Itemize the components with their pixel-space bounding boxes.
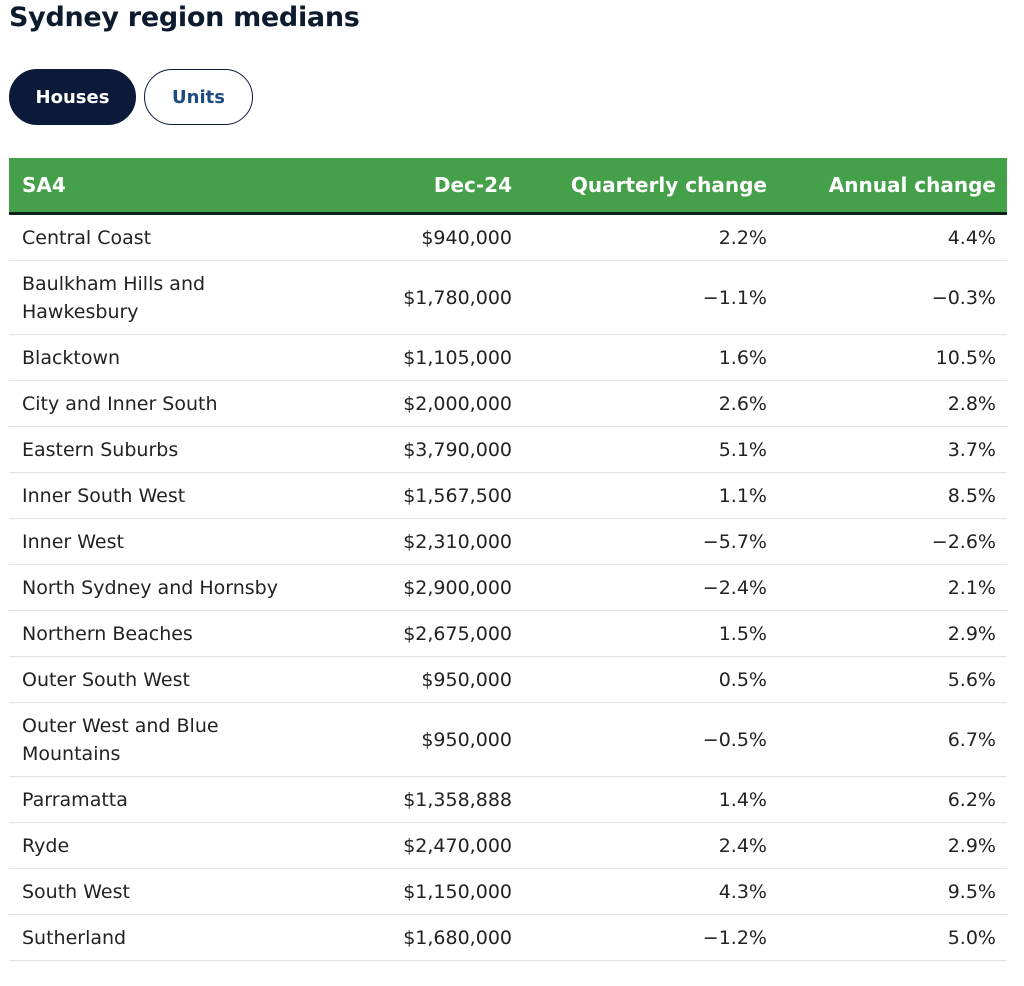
table-row: Sutherland $1,680,000 −1.2% 5.0% <box>9 914 1007 961</box>
cell-quarterly-change: 1.1% <box>519 472 774 519</box>
cell-median: $1,567,500 <box>279 472 519 519</box>
cell-annual-change: 2.1% <box>774 564 1007 611</box>
table-row: Eastern Suburbs $3,790,000 5.1% 3.7% <box>9 426 1007 473</box>
cell-annual-change: 8.5% <box>774 472 1007 519</box>
cell-median: $1,105,000 <box>279 334 519 381</box>
cell-annual-change: 2.8% <box>774 380 1007 427</box>
cell-quarterly-change: −5.7% <box>519 518 774 565</box>
cell-region: Eastern Suburbs <box>9 426 279 473</box>
cell-annual-change: −2.6% <box>774 518 1007 565</box>
cell-annual-change: 6.2% <box>774 776 1007 823</box>
cell-median: $2,900,000 <box>279 564 519 611</box>
cell-median: $3,790,000 <box>279 426 519 473</box>
cell-annual-change: 5.6% <box>774 656 1007 703</box>
cell-quarterly-change: −0.5% <box>519 702 774 777</box>
cell-median: $950,000 <box>279 702 519 777</box>
cell-region: Central Coast <box>9 213 279 261</box>
cell-quarterly-change: −1.1% <box>519 260 774 335</box>
cell-annual-change: 9.5% <box>774 868 1007 915</box>
header-dec-24: Dec-24 <box>279 158 519 215</box>
units-button[interactable]: Units <box>144 69 253 125</box>
cell-quarterly-change: 0.5% <box>519 656 774 703</box>
cell-median: $940,000 <box>279 213 519 261</box>
cell-median: $950,000 <box>279 656 519 703</box>
cell-annual-change: 2.9% <box>774 822 1007 869</box>
cell-quarterly-change: 1.6% <box>519 334 774 381</box>
table-row: Ryde $2,470,000 2.4% 2.9% <box>9 822 1007 869</box>
cell-annual-change: 2.9% <box>774 610 1007 657</box>
cell-quarterly-change: 1.5% <box>519 610 774 657</box>
cell-median: $1,150,000 <box>279 868 519 915</box>
table-row: Blacktown $1,105,000 1.6% 10.5% <box>9 334 1007 381</box>
cell-region: North Sydney and Hornsby <box>9 564 279 611</box>
cell-region: Outer West and Blue Mountains <box>9 702 279 777</box>
cell-quarterly-change: 5.1% <box>519 426 774 473</box>
cell-median: $1,680,000 <box>279 914 519 961</box>
cell-region: City and Inner South <box>9 380 279 427</box>
cell-median: $2,000,000 <box>279 380 519 427</box>
cell-region: Blacktown <box>9 334 279 381</box>
houses-button[interactable]: Houses <box>9 69 136 125</box>
cell-quarterly-change: −1.2% <box>519 914 774 961</box>
table-row: Outer West and Blue Mountains $950,000 −0.… <box>9 702 1007 777</box>
cell-annual-change: 4.4% <box>774 213 1007 261</box>
table-row: South West $1,150,000 4.3% 9.5% <box>9 868 1007 915</box>
cell-median: $1,358,888 <box>279 776 519 823</box>
table-row: North Sydney and Hornsby $2,900,000 −2.4% 2… <box>9 564 1007 611</box>
cell-annual-change: 6.7% <box>774 702 1007 777</box>
table-row: Central Coast $940,000 2.2% 4.4% <box>9 213 1007 261</box>
table-row: City and Inner South $2,000,000 2.6% 2.8% <box>9 380 1007 427</box>
cell-annual-change: 3.7% <box>774 426 1007 473</box>
page-title: Sydney region medians <box>9 2 360 33</box>
property-type-toggle: Houses Units <box>9 69 253 125</box>
cell-region: South West <box>9 868 279 915</box>
cell-median: $1,780,000 <box>279 260 519 335</box>
cell-region: Inner South West <box>9 472 279 519</box>
table-row: Parramatta $1,358,888 1.4% 6.2% <box>9 776 1007 823</box>
table-row: Baulkham Hills and Hawkesbury $1,780,000−… <box>9 260 1007 335</box>
cell-quarterly-change: 4.3% <box>519 868 774 915</box>
cell-median: $2,675,000 <box>279 610 519 657</box>
cell-region: Sutherland <box>9 914 279 961</box>
cell-annual-change: 5.0% <box>774 914 1007 961</box>
cell-region: Baulkham Hills and Hawkesbury <box>9 260 279 335</box>
cell-median: $2,470,000 <box>279 822 519 869</box>
cell-annual-change: −0.3% <box>774 260 1007 335</box>
table-row: Inner South West $1,567,500 1.1% 8.5% <box>9 472 1007 519</box>
cell-quarterly-change: 2.6% <box>519 380 774 427</box>
cell-region: Northern Beaches <box>9 610 279 657</box>
header-quarterly-change: Quarterly change <box>519 158 774 215</box>
table-row: Northern Beaches $2,675,000 1.5% 2.9% <box>9 610 1007 657</box>
cell-quarterly-change: −2.4% <box>519 564 774 611</box>
table-row: Inner West $2,310,000 −5.7% −2.6% <box>9 518 1007 565</box>
medians-table: SA4 Dec-24 Quarterly change Annual chang… <box>9 158 1007 961</box>
cell-region: Inner West <box>9 518 279 565</box>
cell-region: Outer South West <box>9 656 279 703</box>
header-annual-change: Annual change <box>774 158 1007 215</box>
cell-quarterly-change: 2.2% <box>519 213 774 261</box>
cell-median: $2,310,000 <box>279 518 519 565</box>
cell-annual-change: 10.5% <box>774 334 1007 381</box>
cell-region: Ryde <box>9 822 279 869</box>
header-sa4: SA4 <box>9 158 279 215</box>
cell-region: Parramatta <box>9 776 279 823</box>
cell-quarterly-change: 1.4% <box>519 776 774 823</box>
cell-quarterly-change: 2.4% <box>519 822 774 869</box>
table-row: Outer South West $950,000 0.5% 5.6% <box>9 656 1007 703</box>
table-header-row: SA4 Dec-24 Quarterly change Annual chang… <box>9 158 1007 215</box>
